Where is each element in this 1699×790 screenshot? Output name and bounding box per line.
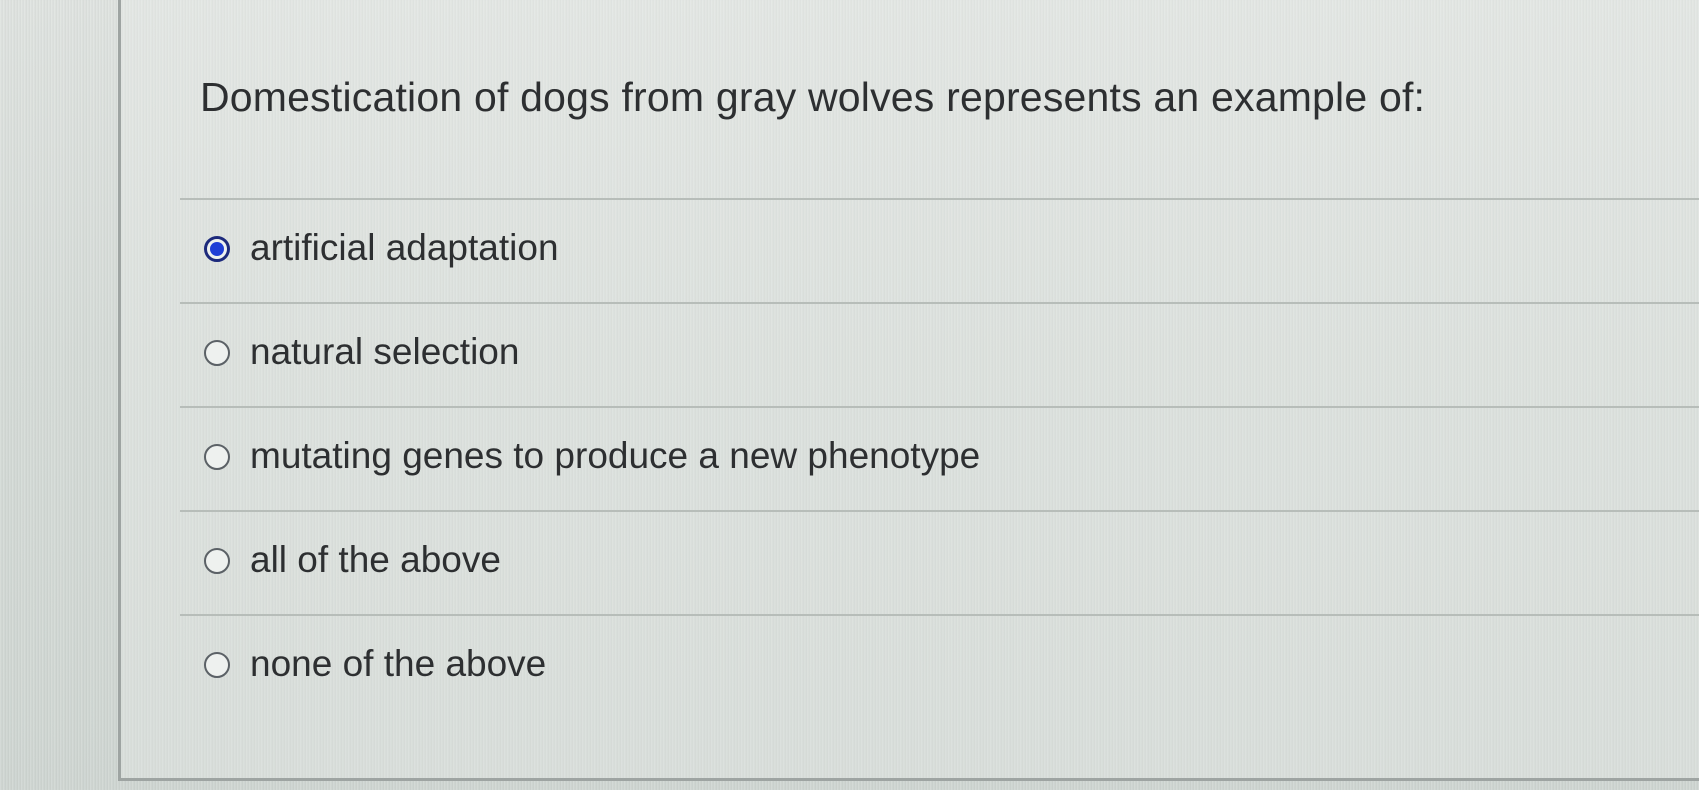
answer-option[interactable]: none of the above bbox=[180, 614, 1699, 718]
answer-label: none of the above bbox=[250, 643, 547, 684]
answer-option[interactable]: all of the above bbox=[180, 510, 1699, 614]
answer-label: all of the above bbox=[250, 539, 501, 580]
answer-label: mutating genes to produce a new phenotyp… bbox=[250, 435, 981, 476]
radio-button[interactable] bbox=[204, 548, 230, 574]
answer-option[interactable]: artificial adaptation bbox=[180, 198, 1699, 302]
answer-label: natural selection bbox=[250, 331, 520, 372]
answer-label: artificial adaptation bbox=[250, 227, 559, 268]
question-text: Domestication of dogs from gray wolves r… bbox=[200, 74, 1426, 120]
radio-button[interactable] bbox=[204, 340, 230, 366]
answer-option[interactable]: natural selection bbox=[180, 302, 1699, 406]
radio-button[interactable] bbox=[204, 444, 230, 470]
answer-list: artificial adaptation natural selection … bbox=[180, 198, 1699, 718]
radio-button-selected[interactable] bbox=[204, 236, 230, 262]
answer-option[interactable]: mutating genes to produce a new phenotyp… bbox=[180, 406, 1699, 510]
radio-button[interactable] bbox=[204, 652, 230, 678]
